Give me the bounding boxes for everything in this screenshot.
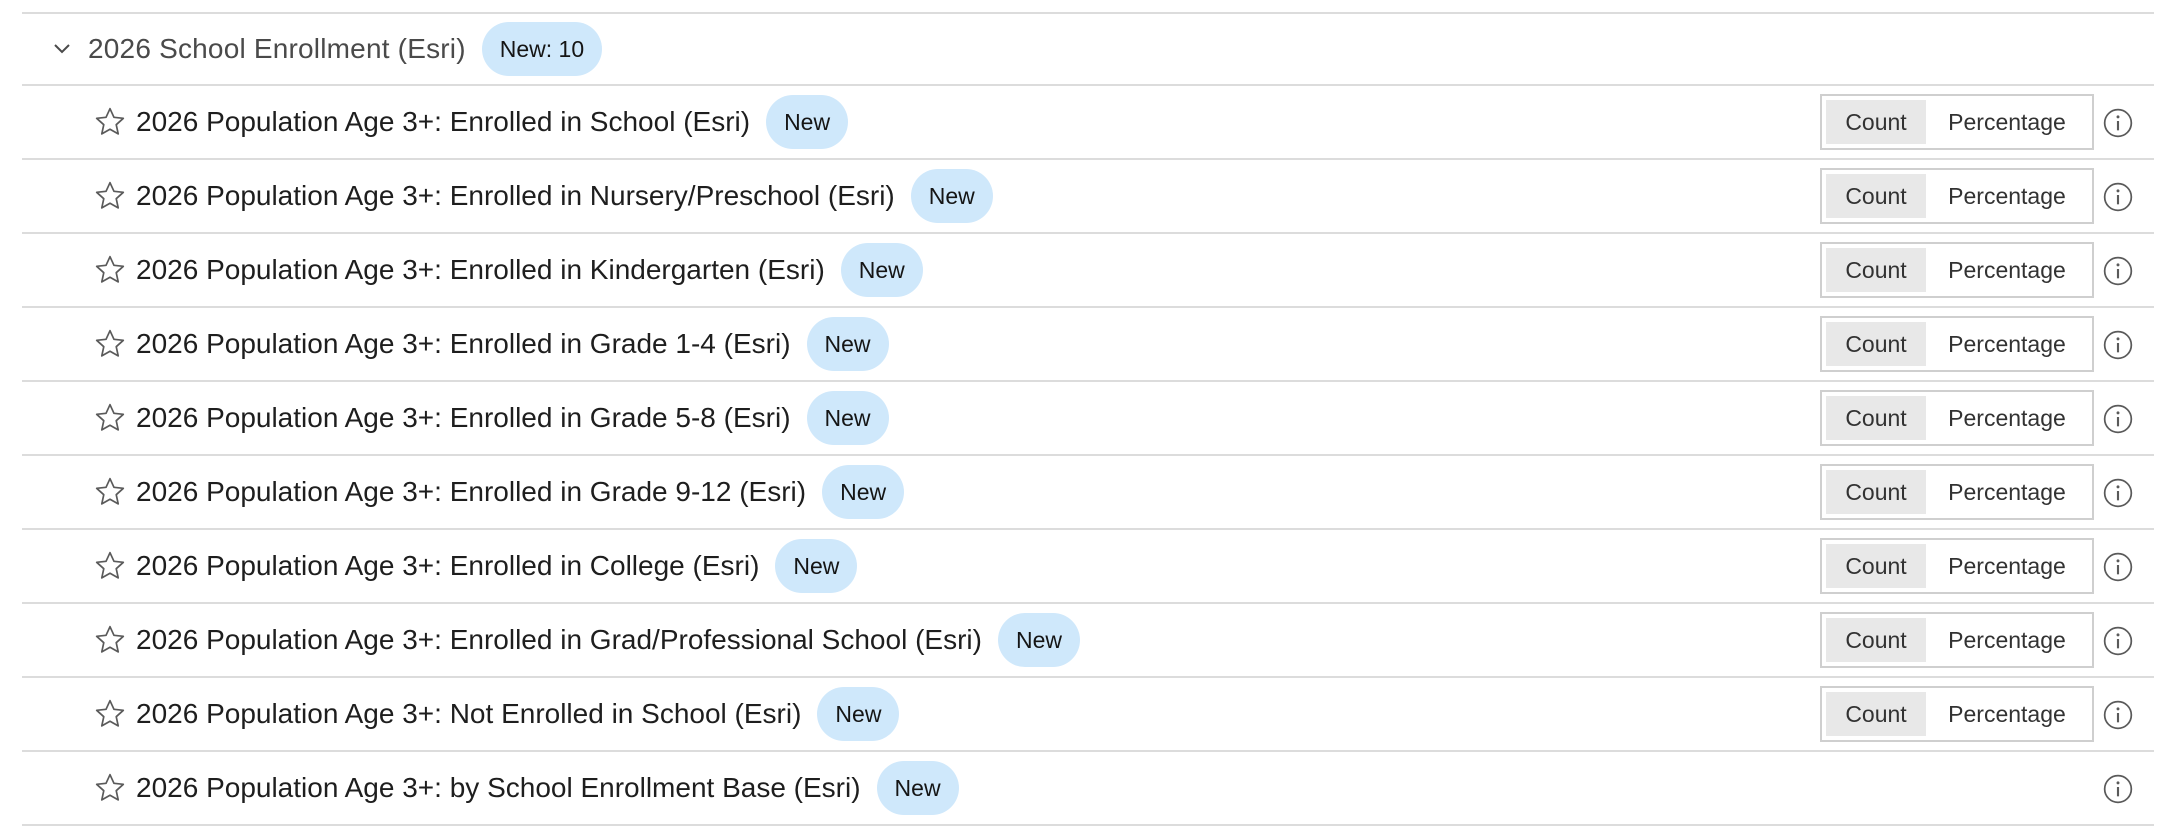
percentage-segment[interactable]: Percentage (1926, 100, 2088, 144)
new-count-badge: New: 10 (481, 22, 603, 76)
info-icon[interactable] (2100, 623, 2136, 659)
variable-browser-panel: 2026 School Enrollment (Esri) New: 10 20… (22, 12, 2154, 826)
variable-row: 2026 Population Age 3+: Not Enrolled in … (22, 678, 2154, 752)
count-segment[interactable]: Count (1826, 544, 1926, 588)
info-icon[interactable] (2100, 771, 2136, 807)
percentage-segment[interactable]: Percentage (1926, 470, 2088, 514)
variable-label[interactable]: 2026 Population Age 3+: Enrolled in Grad… (136, 624, 982, 656)
count-segment[interactable]: Count (1826, 248, 1926, 292)
count-segment[interactable]: Count (1826, 100, 1926, 144)
count-percentage-toggle: Count Percentage (1820, 94, 2094, 150)
percentage-segment[interactable]: Percentage (1926, 544, 2088, 588)
group-header-school-enrollment[interactable]: 2026 School Enrollment (Esri) New: 10 (22, 12, 2154, 86)
new-badge: New (766, 95, 849, 149)
star-icon[interactable] (92, 474, 128, 510)
info-icon[interactable] (2100, 401, 2136, 437)
new-badge: New (817, 687, 900, 741)
variable-list: 2026 Population Age 3+: Enrolled in Scho… (22, 86, 2154, 826)
star-icon[interactable] (92, 696, 128, 732)
count-percentage-toggle: Count Percentage (1820, 242, 2094, 298)
new-badge: New (997, 613, 1080, 667)
group-title: 2026 School Enrollment (Esri) (88, 33, 466, 64)
star-icon[interactable] (92, 178, 128, 214)
star-icon[interactable] (92, 622, 128, 658)
count-percentage-toggle: Count Percentage (1820, 316, 2094, 372)
info-icon[interactable] (2100, 549, 2136, 585)
count-segment[interactable]: Count (1826, 174, 1926, 218)
percentage-segment[interactable]: Percentage (1926, 248, 2088, 292)
new-badge: New (910, 169, 993, 223)
new-badge: New (806, 317, 889, 371)
variable-label[interactable]: 2026 Population Age 3+: Enrolled in Grad… (136, 328, 791, 360)
info-icon[interactable] (2100, 179, 2136, 215)
percentage-segment[interactable]: Percentage (1926, 396, 2088, 440)
star-icon[interactable] (92, 770, 128, 806)
count-percentage-toggle: Count Percentage (1820, 168, 2094, 224)
new-badge: New (840, 243, 923, 297)
count-segment[interactable]: Count (1826, 692, 1926, 736)
variable-label[interactable]: 2026 Population Age 3+: Not Enrolled in … (136, 698, 801, 730)
variable-row: 2026 Population Age 3+: Enrolled in Grad… (22, 382, 2154, 456)
star-icon[interactable] (92, 252, 128, 288)
count-percentage-toggle: Count Percentage (1820, 464, 2094, 520)
variable-label[interactable]: 2026 Population Age 3+: by School Enroll… (136, 772, 861, 804)
variable-label[interactable]: 2026 Population Age 3+: Enrolled in Grad… (136, 476, 806, 508)
percentage-segment[interactable]: Percentage (1926, 322, 2088, 366)
variable-row: 2026 Population Age 3+: Enrolled in Coll… (22, 530, 2154, 604)
percentage-segment[interactable]: Percentage (1926, 618, 2088, 662)
info-icon[interactable] (2100, 105, 2136, 141)
variable-row: 2026 Population Age 3+: by School Enroll… (22, 752, 2154, 826)
count-percentage-toggle: Count Percentage (1820, 390, 2094, 446)
count-segment[interactable]: Count (1826, 470, 1926, 514)
info-icon[interactable] (2100, 697, 2136, 733)
star-icon[interactable] (92, 326, 128, 362)
variable-label[interactable]: 2026 Population Age 3+: Enrolled in Grad… (136, 402, 791, 434)
variable-label[interactable]: 2026 Population Age 3+: Enrolled in Coll… (136, 550, 759, 582)
star-icon[interactable] (92, 400, 128, 436)
variable-label[interactable]: 2026 Population Age 3+: Enrolled in Scho… (136, 106, 750, 138)
star-icon[interactable] (92, 548, 128, 584)
info-icon[interactable] (2100, 327, 2136, 363)
variable-label[interactable]: 2026 Population Age 3+: Enrolled in Nurs… (136, 180, 895, 212)
count-percentage-toggle: Count Percentage (1820, 686, 2094, 742)
percentage-segment[interactable]: Percentage (1926, 692, 2088, 736)
star-icon[interactable] (92, 104, 128, 140)
info-icon[interactable] (2100, 253, 2136, 289)
new-badge: New (822, 465, 905, 519)
variable-row: 2026 Population Age 3+: Enrolled in Grad… (22, 456, 2154, 530)
count-percentage-toggle: Count Percentage (1820, 612, 2094, 668)
variable-row: 2026 Population Age 3+: Enrolled in Grad… (22, 604, 2154, 678)
variable-row: 2026 Population Age 3+: Enrolled in Nurs… (22, 160, 2154, 234)
new-badge: New (806, 391, 889, 445)
chevron-down-icon[interactable] (42, 29, 82, 69)
count-percentage-toggle: Count Percentage (1820, 538, 2094, 594)
count-segment[interactable]: Count (1826, 396, 1926, 440)
variable-row: 2026 Population Age 3+: Enrolled in Grad… (22, 308, 2154, 382)
variable-row: 2026 Population Age 3+: Enrolled in Scho… (22, 86, 2154, 160)
variable-label[interactable]: 2026 Population Age 3+: Enrolled in Kind… (136, 254, 825, 286)
count-segment[interactable]: Count (1826, 618, 1926, 662)
new-badge: New (775, 539, 858, 593)
percentage-segment[interactable]: Percentage (1926, 174, 2088, 218)
variable-row: 2026 Population Age 3+: Enrolled in Kind… (22, 234, 2154, 308)
count-segment[interactable]: Count (1826, 322, 1926, 366)
new-badge: New (876, 761, 959, 815)
info-icon[interactable] (2100, 475, 2136, 511)
